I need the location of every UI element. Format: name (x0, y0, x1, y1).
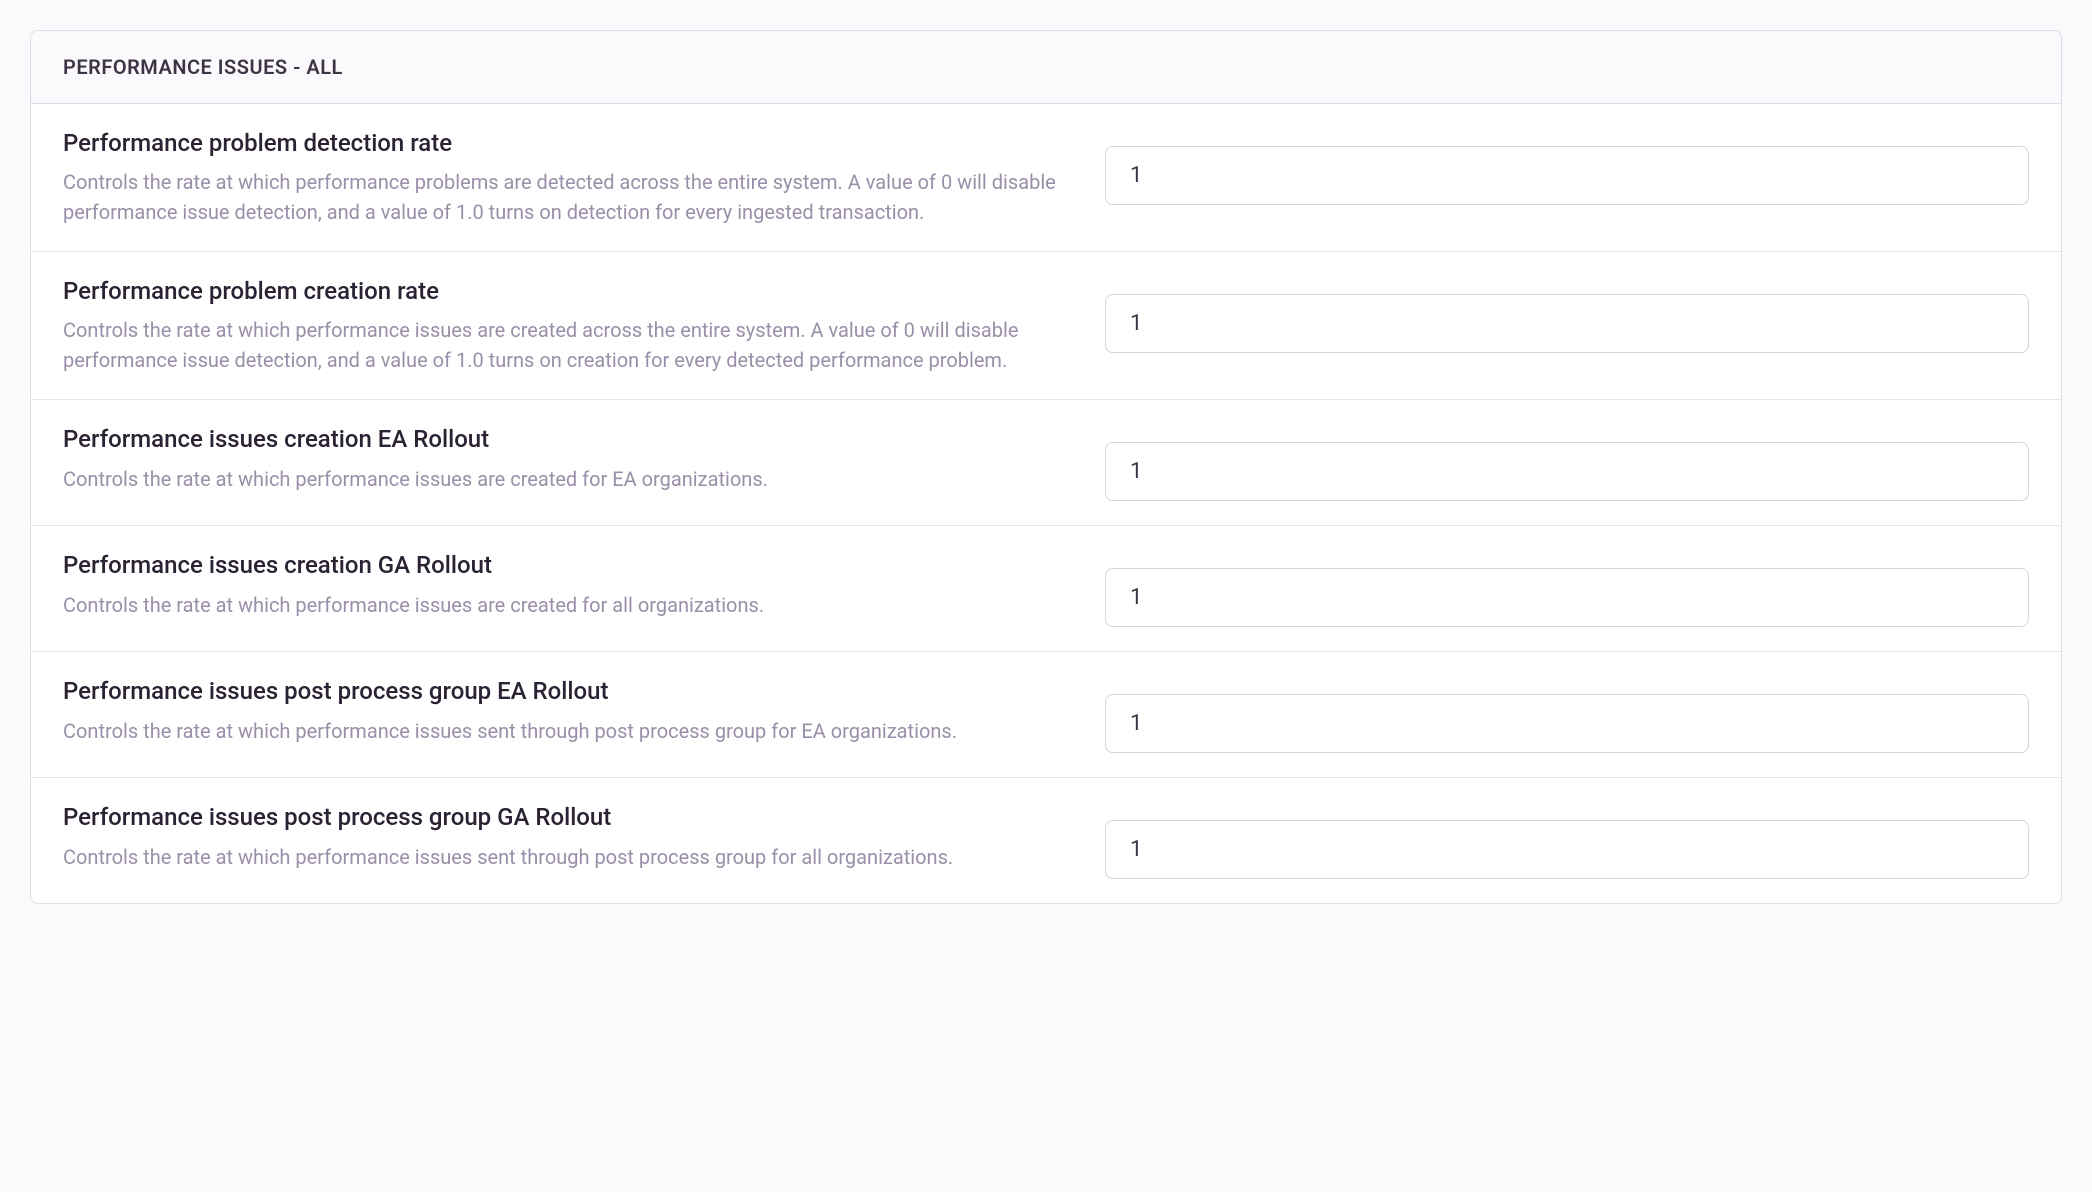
setting-title: Performance issues post process group EA… (63, 676, 1057, 707)
setting-row-detection-rate: Performance problem detection rate Contr… (31, 104, 2061, 252)
setting-title: Performance issues creation EA Rollout (63, 424, 1057, 455)
setting-label-col: Performance issues post process group GA… (63, 802, 1057, 871)
setting-input-col (1105, 276, 2029, 353)
setting-row-ppg-ga-rollout: Performance issues post process group GA… (31, 778, 2061, 903)
setting-description: Controls the rate at which performance i… (63, 464, 1057, 494)
setting-description: Controls the rate at which performance i… (63, 590, 1057, 620)
setting-input-col (1105, 424, 2029, 501)
setting-title: Performance issues post process group GA… (63, 802, 1057, 833)
setting-row-ga-rollout: Performance issues creation GA Rollout C… (31, 526, 2061, 652)
setting-label-col: Performance problem detection rate Contr… (63, 128, 1057, 227)
setting-description: Controls the rate at which performance p… (63, 167, 1057, 227)
ea-rollout-input[interactable] (1105, 442, 2029, 501)
setting-label-col: Performance issues creation EA Rollout C… (63, 424, 1057, 493)
setting-label-col: Performance issues creation GA Rollout C… (63, 550, 1057, 619)
ga-rollout-input[interactable] (1105, 568, 2029, 627)
settings-panel: PERFORMANCE ISSUES - ALL Performance pro… (30, 30, 2062, 904)
setting-input-col (1105, 550, 2029, 627)
ppg-ga-rollout-input[interactable] (1105, 820, 2029, 879)
setting-row-ppg-ea-rollout: Performance issues post process group EA… (31, 652, 2061, 778)
setting-row-ea-rollout: Performance issues creation EA Rollout C… (31, 400, 2061, 526)
setting-label-col: Performance issues post process group EA… (63, 676, 1057, 745)
setting-title: Performance problem detection rate (63, 128, 1057, 159)
setting-input-col (1105, 128, 2029, 205)
setting-input-col (1105, 676, 2029, 753)
setting-description: Controls the rate at which performance i… (63, 716, 1057, 746)
ppg-ea-rollout-input[interactable] (1105, 694, 2029, 753)
setting-row-creation-rate: Performance problem creation rate Contro… (31, 252, 2061, 400)
panel-header: PERFORMANCE ISSUES - ALL (31, 31, 2061, 104)
setting-description: Controls the rate at which performance i… (63, 842, 1057, 872)
detection-rate-input[interactable] (1105, 146, 2029, 205)
panel-title: PERFORMANCE ISSUES - ALL (63, 55, 2029, 79)
setting-title: Performance issues creation GA Rollout (63, 550, 1057, 581)
setting-input-col (1105, 802, 2029, 879)
setting-label-col: Performance problem creation rate Contro… (63, 276, 1057, 375)
setting-description: Controls the rate at which performance i… (63, 315, 1057, 375)
setting-title: Performance problem creation rate (63, 276, 1057, 307)
creation-rate-input[interactable] (1105, 294, 2029, 353)
